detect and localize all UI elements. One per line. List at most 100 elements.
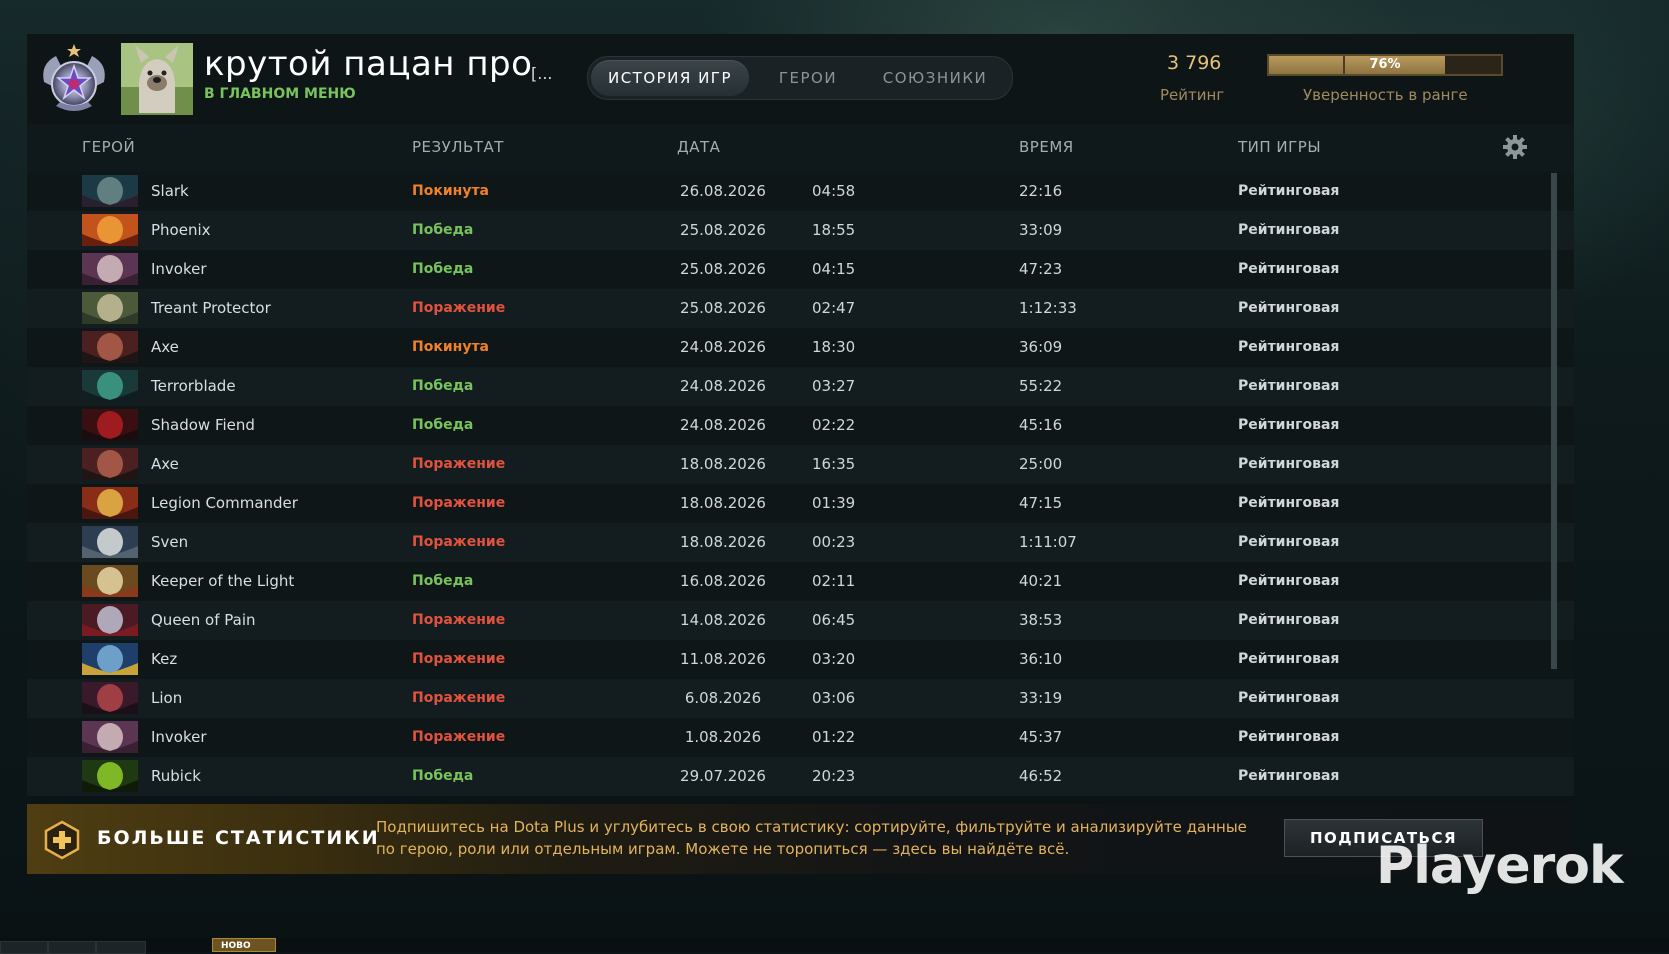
- match-start-time: 02:47: [812, 299, 856, 317]
- match-row[interactable]: Keeper of the Light Победа 16.08.2026 02:11…: [27, 562, 1574, 601]
- dota-plus-promo: БОЛЬШЕ СТАТИСТИКИ Подпишитесь на Dota Pl…: [27, 804, 1574, 874]
- match-row[interactable]: Invoker Победа 25.08.2026 04:15 47:23 Рейтинг…: [27, 250, 1574, 289]
- game-type: Рейтинговая: [1238, 612, 1340, 628]
- game-type: Рейтинговая: [1238, 729, 1340, 745]
- match-row[interactable]: Queen of Pain Поражение 14.08.2026 06:45 38:…: [27, 601, 1574, 640]
- hero-portrait-icon: [82, 721, 138, 753]
- match-date: 25.08.2026: [680, 221, 766, 239]
- match-row[interactable]: Rubick Победа 29.07.2026 20:23 46:52 Рейтинго…: [27, 757, 1574, 796]
- match-date: 25.08.2026: [680, 260, 766, 278]
- player-status: В ГЛАВНОМ МЕНЮ: [204, 86, 356, 102]
- match-result: Победа: [412, 378, 474, 394]
- rank-confidence-value: 76%: [1369, 57, 1401, 72]
- match-row[interactable]: Shadow Fiend Победа 24.08.2026 02:22 45:16 Ре…: [27, 406, 1574, 445]
- match-duration: 40:21: [1019, 572, 1063, 590]
- match-start-time: 06:45: [812, 611, 856, 629]
- match-start-time: 02:11: [812, 572, 856, 590]
- hero-name: Invoker: [151, 728, 207, 746]
- match-start-time: 03:06: [812, 689, 856, 707]
- gear-icon[interactable]: [1502, 134, 1528, 160]
- hero-portrait-icon: [82, 604, 138, 636]
- tab-match-history[interactable]: ИСТОРИЯ ИГР: [591, 60, 749, 96]
- new-badge[interactable]: НОВО: [212, 938, 276, 952]
- match-row[interactable]: Treant Protector Поражение 25.08.2026 02:47…: [27, 289, 1574, 328]
- column-duration[interactable]: ВРЕМЯ: [1019, 138, 1074, 156]
- match-date: 24.08.2026: [680, 377, 766, 395]
- hero-portrait-icon: [82, 448, 138, 480]
- match-date: 6.08.2026: [684, 689, 762, 707]
- match-start-time: 04:58: [812, 182, 856, 200]
- match-row[interactable]: Lion Поражение 6.08.2026 03:06 33:19 Рейтинго…: [27, 679, 1574, 718]
- game-type: Рейтинговая: [1238, 222, 1340, 238]
- hero-name: Phoenix: [151, 221, 211, 239]
- match-row[interactable]: Invoker Поражение 1.08.2026 01:22 45:37 Рейти…: [27, 718, 1574, 757]
- game-type: Рейтинговая: [1238, 339, 1340, 355]
- column-game-type[interactable]: ТИП ИГРЫ: [1238, 138, 1321, 156]
- match-result: Победа: [412, 417, 474, 433]
- match-result: Поражение: [412, 612, 506, 628]
- hero-name: Sven: [151, 533, 189, 551]
- match-start-time: 02:22: [812, 416, 856, 434]
- match-date: 14.08.2026: [680, 611, 766, 629]
- match-row[interactable]: Sven Поражение 18.08.2026 00:23 1:11:07 Рейти…: [27, 523, 1574, 562]
- game-type: Рейтинговая: [1238, 690, 1340, 706]
- bottom-tab[interactable]: [48, 941, 96, 954]
- match-row[interactable]: Kez Поражение 11.08.2026 03:20 36:10 Рейтинго…: [27, 640, 1574, 679]
- match-date: 24.08.2026: [680, 338, 766, 356]
- player-name[interactable]: крутой пацан про: [204, 44, 532, 84]
- match-start-time: 20:23: [812, 767, 856, 785]
- match-date: 16.08.2026: [680, 572, 766, 590]
- match-row[interactable]: Axe Покинута 24.08.2026 18:30 36:09 Рейтингов…: [27, 328, 1574, 367]
- bottom-tab[interactable]: [0, 941, 48, 954]
- profile-header: крутой пацан про [... В ГЛАВНОМ МЕНЮ ИСТ…: [27, 34, 1574, 124]
- game-type: Рейтинговая: [1238, 573, 1340, 589]
- promo-text: Подпишитесь на Dota Plus и углубитесь в …: [376, 818, 1247, 858]
- column-hero[interactable]: ГЕРОЙ: [82, 138, 135, 156]
- match-row[interactable]: Terrorblade Победа 24.08.2026 03:27 55:22 Рей…: [27, 367, 1574, 406]
- match-result: Поражение: [412, 300, 506, 316]
- avatar[interactable]: [121, 43, 193, 115]
- tab-allies[interactable]: СОЮЗНИКИ: [860, 60, 1010, 96]
- match-result: Победа: [412, 573, 474, 589]
- hero-name: Terrorblade: [151, 377, 236, 395]
- tab-heroes[interactable]: ГЕРОИ: [758, 60, 858, 96]
- game-type: Рейтинговая: [1238, 261, 1340, 277]
- hero-portrait-icon: [82, 175, 138, 207]
- match-date: 18.08.2026: [680, 533, 766, 551]
- hero-name: Slark: [151, 182, 189, 200]
- bottom-tab[interactable]: [96, 941, 146, 954]
- match-row[interactable]: Axe Поражение 18.08.2026 16:35 25:00 Рейтинго…: [27, 445, 1574, 484]
- match-row[interactable]: Slark Покинута 26.08.2026 04:58 22:16 Рейтинг…: [27, 172, 1574, 211]
- match-duration: 25:00: [1019, 455, 1063, 473]
- match-duration: 1:11:07: [1019, 533, 1077, 551]
- hero-portrait-icon: [82, 370, 138, 402]
- match-start-time: 04:15: [812, 260, 856, 278]
- hero-portrait-icon: [82, 292, 138, 324]
- match-duration: 22:16: [1019, 182, 1063, 200]
- column-result[interactable]: РЕЗУЛЬТАТ: [412, 138, 504, 156]
- hero-portrait-icon: [82, 409, 138, 441]
- hero-name: Shadow Fiend: [151, 416, 255, 434]
- rank-confidence-label: Уверенность в ранге: [1303, 86, 1468, 104]
- scrollbar[interactable]: [1551, 173, 1557, 669]
- match-list: Slark Покинута 26.08.2026 04:58 22:16 Рейтинг…: [27, 172, 1574, 832]
- match-result: Поражение: [412, 456, 506, 472]
- match-duration: 47:23: [1019, 260, 1063, 278]
- game-type: Рейтинговая: [1238, 378, 1340, 394]
- hero-portrait-icon: [82, 526, 138, 558]
- match-start-time: 01:39: [812, 494, 856, 512]
- match-duration: 38:53: [1019, 611, 1063, 629]
- game-type: Рейтинговая: [1238, 183, 1340, 199]
- match-result: Поражение: [412, 651, 506, 667]
- match-result: Победа: [412, 261, 474, 277]
- hero-name: Kez: [151, 650, 178, 668]
- game-type: Рейтинговая: [1238, 534, 1340, 550]
- match-duration: 55:22: [1019, 377, 1063, 395]
- rank-medal-icon: [43, 44, 105, 111]
- match-result: Покинута: [412, 183, 490, 199]
- match-row[interactable]: Phoenix Победа 25.08.2026 18:55 33:09 Рейтинг…: [27, 211, 1574, 250]
- match-row[interactable]: Legion Commander Поражение 18.08.2026 01:39…: [27, 484, 1574, 523]
- match-duration: 47:15: [1019, 494, 1063, 512]
- match-date: 29.07.2026: [680, 767, 766, 785]
- column-date[interactable]: ДАТА: [677, 138, 720, 156]
